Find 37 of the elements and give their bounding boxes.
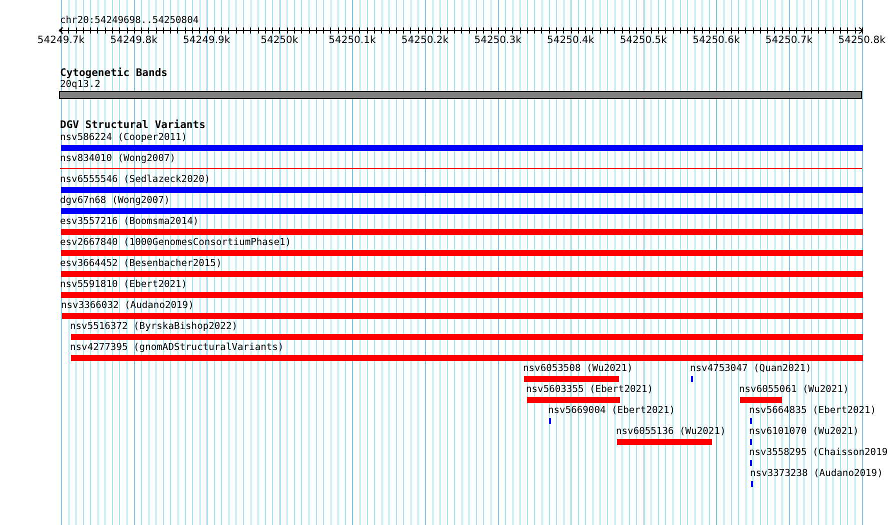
feature-label: nsv6055136 (Wu2021): [616, 426, 726, 438]
feature-label: nsv3373238 (Audano2019): [750, 468, 883, 480]
track-title: DGV Structural Variants: [60, 119, 206, 131]
feature-label: nsv5603355 (Ebert2021): [526, 384, 654, 396]
tick-label: 54250.8k: [838, 35, 886, 46]
tick-label: 54249.7k: [37, 35, 85, 46]
tick-label: 54250.6k: [692, 35, 740, 46]
tick-label: 54250.7k: [765, 35, 813, 46]
track-title: Cytogenetic Bands: [60, 67, 168, 79]
feature-label: nsv4277395 (gnomADStructuralVariants): [70, 342, 284, 354]
feature-label: dgv67n68 (Wong2007): [60, 195, 170, 207]
feature-label: nsv6555546 (Sedlazeck2020): [60, 174, 210, 186]
locus-label: chr20:54249698..54250804: [60, 14, 199, 27]
tick-label: 54250k: [260, 35, 298, 46]
feature-label: esv3664452 (Besenbacher2015): [60, 258, 222, 270]
feature-label: nsv6053508 (Wu2021): [523, 363, 633, 375]
feature-label: nsv5516372 (ByrskaBishop2022): [70, 321, 238, 333]
tick-label: 54250.1k: [328, 35, 376, 46]
feature-label: esv3557216 (Boomsma2014): [60, 216, 199, 228]
feature-label: nsv5591810 (Ebert2021): [60, 279, 188, 291]
feature-label: nsv834010 (Wong2007): [60, 153, 176, 165]
tick-label: 54250.3k: [474, 35, 522, 46]
tick-label: 54250.5k: [620, 35, 667, 46]
tick-label: 54250.2k: [401, 35, 449, 46]
feature-label: nsv3558295 (Chaisson2019: [749, 447, 888, 459]
tick-label: 54249.8k: [110, 35, 158, 46]
feature-label: esv2667840 (1000GenomesConsortiumPhase1): [60, 237, 292, 249]
feature-label: nsv3366032 (Audano2019): [61, 300, 194, 312]
feature-label: nsv5664835 (Ebert2021): [749, 405, 876, 417]
tick-label: 54249.9k: [183, 35, 230, 46]
feature-label: nsv5669004 (Ebert2021): [548, 405, 676, 417]
band-label: 20q13.2: [60, 79, 100, 91]
feature-label: nsv586224 (Cooper2011): [60, 132, 188, 144]
feature-label: nsv6101070 (Wu2021): [749, 426, 859, 438]
feature-label: nsv6055061 (Wu2021): [739, 384, 849, 396]
tick-label: 54250.4k: [547, 35, 594, 46]
feature-label: nsv4753047 (Quan2021): [690, 363, 812, 375]
